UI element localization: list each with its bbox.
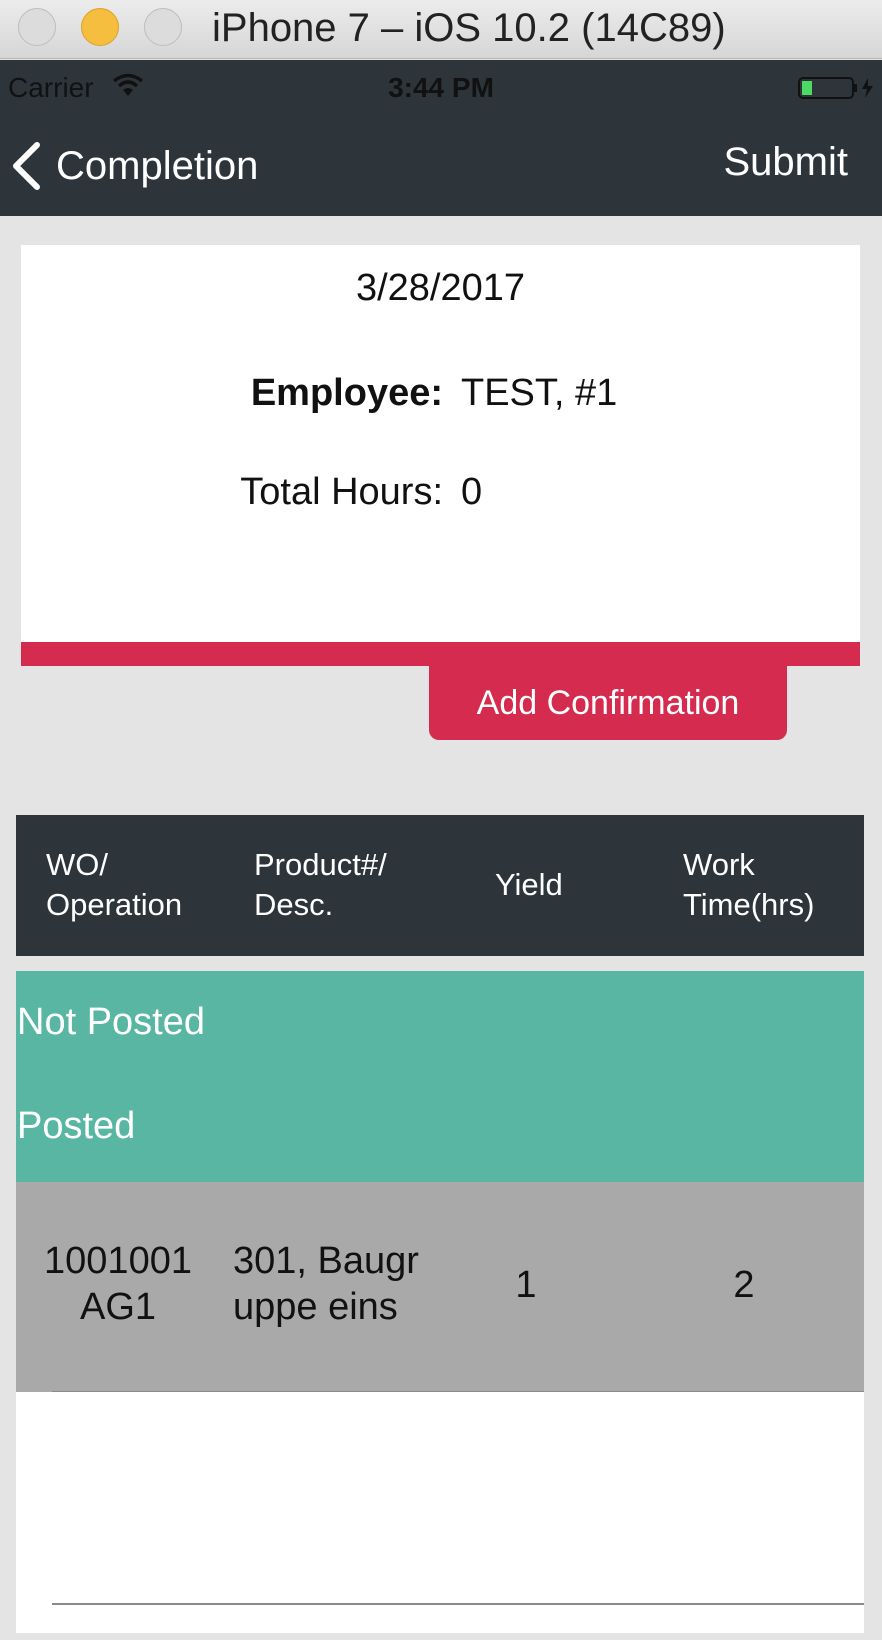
window-minimize-button[interactable]: [81, 8, 119, 46]
cell-product-line2: uppe eins: [233, 1286, 398, 1328]
list-bottom-divider: [52, 1603, 864, 1605]
summary-card: 3/28/2017 Employee: TEST, #1 Total Hours…: [21, 245, 860, 642]
total-hours-label: Total Hours:: [240, 471, 443, 513]
date-label: 3/28/2017: [355, 267, 526, 309]
cell-wo-line2: AG1: [79, 1286, 157, 1328]
column-header-wo-line1: WO/: [46, 847, 108, 882]
submit-button[interactable]: Submit: [724, 140, 849, 185]
column-header-product: Product#/ Desc.: [254, 845, 387, 925]
column-header-product-line2: Desc.: [254, 887, 334, 922]
cell-product-desc: 301, Baugr uppe eins: [233, 1238, 419, 1330]
column-header-work-time-line1: Work: [683, 847, 755, 882]
battery-icon: [798, 77, 873, 99]
empty-list-area: [16, 1392, 864, 1633]
status-posted[interactable]: Posted: [17, 1105, 135, 1148]
column-header-yield: Yield: [495, 865, 563, 905]
total-hours-value: 0: [461, 471, 483, 513]
status-time: 3:44 PM: [388, 72, 494, 103]
employee-label: Employee:: [250, 372, 443, 414]
back-button-label: Completion: [56, 143, 259, 188]
status-sections: Not Posted Posted: [16, 971, 864, 1182]
column-header-work-time-line2: Time(hrs): [683, 887, 815, 922]
chevron-left-icon: [13, 142, 40, 190]
cell-wo-line1: 1001001: [44, 1240, 192, 1282]
cell-wo-operation: 1001001 AG1: [38, 1238, 198, 1330]
column-header-wo: WO/ Operation: [46, 845, 182, 925]
window-zoom-button[interactable]: [144, 8, 182, 46]
cell-yield: 1: [515, 1264, 537, 1306]
status-bar: Carrier 3:44 PM: [0, 60, 882, 116]
cell-work-time: 2: [733, 1264, 755, 1306]
column-header-yield-line1: Yield: [495, 867, 563, 902]
window-title: iPhone 7 – iOS 10.2 (14C89): [212, 6, 726, 50]
accent-divider: [21, 642, 860, 666]
window-close-button[interactable]: [18, 8, 56, 46]
status-not-posted[interactable]: Not Posted: [17, 1001, 205, 1044]
employee-value: TEST, #1: [461, 372, 618, 414]
add-confirmation-button[interactable]: Add Confirmation: [429, 666, 787, 740]
column-header-work-time: Work Time(hrs): [683, 845, 814, 925]
simulator-titlebar: iPhone 7 – iOS 10.2 (14C89): [0, 0, 882, 59]
column-header-wo-line2: Operation: [46, 887, 183, 922]
table-header: WO/ Operation Product#/ Desc. Yield Work…: [16, 815, 864, 956]
back-button[interactable]: Completion: [10, 138, 258, 194]
column-header-product-line1: Product#/: [254, 847, 387, 882]
table-row[interactable]: 1001001 AG1 301, Baugr uppe eins 1 2: [16, 1182, 864, 1392]
navigation-bar: Completion Submit: [0, 116, 882, 216]
cell-product-line1: 301, Baugr: [233, 1240, 419, 1282]
